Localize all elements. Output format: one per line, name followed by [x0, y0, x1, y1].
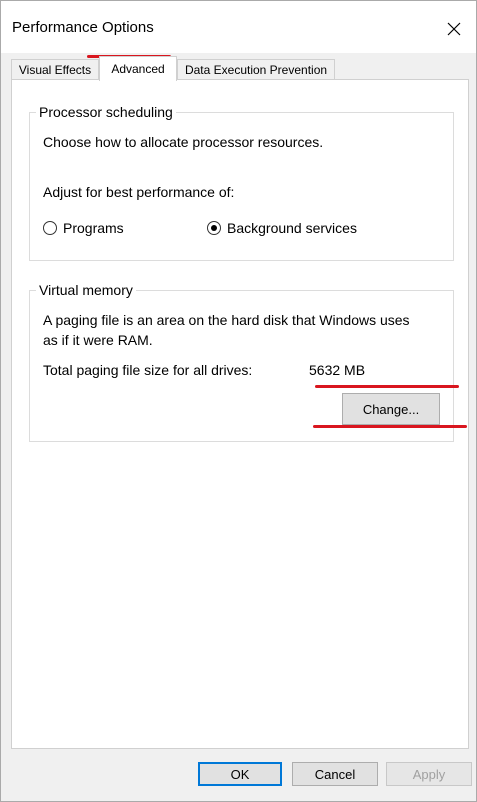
radio-background-services-label: Background services	[227, 220, 357, 236]
annotation-mark-button	[313, 425, 467, 428]
window-title: Performance Options	[12, 19, 154, 36]
radio-background-services-circle[interactable]	[207, 221, 221, 235]
performance-options-dialog: Performance Options Visual Effects Advan…	[0, 0, 477, 802]
change-button-label: Change...	[362, 401, 420, 417]
close-icon	[447, 22, 461, 36]
total-paging-value: 5632 MB	[309, 362, 366, 378]
adjust-performance-label: Adjust for best performance of:	[43, 184, 235, 200]
change-button[interactable]: Change...	[342, 393, 440, 425]
total-paging-label: Total paging file size for all drives:	[43, 362, 253, 378]
cancel-button-label: Cancel	[314, 766, 356, 782]
tab-dep-label: Data Execution Prevention	[184, 62, 328, 77]
virtual-memory-description-line1: A paging file is an area on the hard dis…	[43, 312, 410, 328]
ok-button-label: OK	[230, 766, 250, 782]
tab-advanced[interactable]: Advanced	[99, 56, 177, 81]
tab-visual-effects-label: Visual Effects	[18, 62, 92, 77]
processor-scheduling-group: Processor scheduling Choose how to alloc…	[29, 103, 454, 261]
apply-button-label: Apply	[412, 766, 446, 782]
title-bar: Performance Options	[1, 1, 476, 53]
advanced-tab-panel: Processor scheduling Choose how to alloc…	[11, 79, 469, 749]
virtual-memory-description-line2: as if it were RAM.	[43, 332, 153, 348]
tab-data-execution-prevention[interactable]: Data Execution Prevention	[177, 59, 335, 79]
processor-description: Choose how to allocate processor resourc…	[43, 134, 324, 150]
virtual-memory-group: Virtual memory A paging file is an area …	[29, 281, 454, 442]
apply-button[interactable]: Apply	[386, 762, 472, 786]
ok-button[interactable]: OK	[198, 762, 282, 786]
virtual-memory-label: Virtual memory	[36, 281, 136, 299]
tab-visual-effects[interactable]: Visual Effects	[11, 59, 99, 79]
radio-programs-label: Programs	[63, 220, 124, 236]
cancel-button[interactable]: Cancel	[292, 762, 378, 786]
close-button[interactable]	[433, 9, 475, 49]
radio-programs-circle[interactable]	[43, 221, 57, 235]
radio-programs[interactable]: Programs	[43, 219, 153, 239]
tab-advanced-label: Advanced	[111, 62, 165, 76]
annotation-mark-value	[315, 385, 459, 388]
processor-scheduling-label: Processor scheduling	[36, 103, 176, 121]
radio-background-services[interactable]: Background services	[207, 219, 387, 239]
tab-strip: Visual Effects Advanced Data Execution P…	[11, 56, 471, 81]
